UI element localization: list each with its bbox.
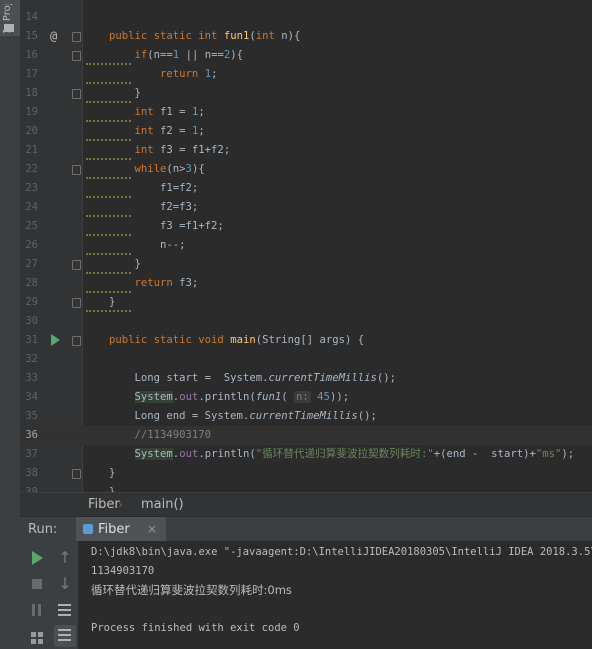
code-line[interactable]: 17 return 1; — [20, 65, 592, 84]
code-line[interactable]: 28 return f3; — [20, 274, 592, 293]
line-number: 28 — [25, 277, 38, 289]
line-number: 14 — [25, 11, 38, 23]
run-config-icon — [83, 524, 93, 534]
code-text: } — [109, 467, 116, 479]
arrow-down-icon[interactable]: ↓ — [54, 573, 76, 595]
code-editor[interactable]: 14 15 @ public static int fun1(int n){ 16 if… — [20, 0, 592, 492]
fold-icon[interactable] — [72, 165, 81, 175]
line-number: 30 — [25, 315, 38, 327]
grid-icon[interactable] — [26, 627, 48, 649]
code-line[interactable]: 37 System.out.println("循环替代递归算斐波拉契数列耗时:"… — [20, 445, 592, 464]
folder-icon — [4, 24, 14, 32]
fold-icon[interactable] — [72, 298, 81, 308]
code-line[interactable]: 34 System.out.println(fun1( n: 45)); — [20, 388, 592, 407]
line-number: 16 — [25, 49, 38, 61]
code-text: System.out.println("循环替代递归算斐波拉契数列耗时:"+(e… — [134, 448, 575, 460]
code-line[interactable]: 33 Long start = System.currentTimeMillis… — [20, 369, 592, 388]
code-line[interactable]: 14 — [20, 8, 592, 27]
at-icon[interactable]: @ — [50, 30, 57, 43]
code-text: public static void main(String[] args) { — [109, 334, 365, 346]
code-text: //1134903170 — [134, 429, 212, 441]
line-number: 19 — [25, 106, 38, 118]
play-icon[interactable] — [26, 547, 48, 569]
close-icon[interactable]: × — [147, 522, 157, 536]
fold-icon[interactable] — [72, 260, 81, 270]
run-gutter-icon[interactable] — [51, 334, 60, 346]
line-number: 37 — [25, 448, 38, 460]
console-line-timing: 循环替代递归算斐波拉契数列耗时:0ms — [91, 583, 292, 597]
code-line[interactable]: 31 public static void main(String[] args)… — [20, 331, 592, 350]
console-line-exit: Process finished with exit code 0 — [91, 622, 300, 634]
line-number: 36 — [25, 429, 38, 441]
fold-icon[interactable] — [72, 336, 81, 346]
run-toolbar: ↑ ↓ — [20, 541, 78, 649]
line-number: 33 — [25, 372, 38, 384]
line-number: 23 — [25, 182, 38, 194]
fold-icon[interactable] — [72, 89, 81, 99]
arrow-up-icon[interactable]: ↑ — [54, 547, 76, 569]
line-number: 29 — [25, 296, 38, 308]
code-line[interactable]: 21 int f3 = f1+f2; — [20, 141, 592, 160]
code-text: } — [109, 486, 116, 492]
line-number: 18 — [25, 87, 38, 99]
line-number: 20 — [25, 125, 38, 137]
fold-icon[interactable] — [72, 51, 81, 61]
line-number: 34 — [25, 391, 38, 403]
code-text: public static int fun1(int n){ — [109, 30, 301, 42]
breadcrumb-method[interactable]: main() — [141, 497, 184, 512]
code-line[interactable]: 39} — [20, 483, 592, 492]
fold-icon[interactable] — [72, 32, 81, 42]
code-line[interactable]: 15 @ public static int fun1(int n){ — [20, 27, 592, 46]
breadcrumb: Fiber › main() — [20, 492, 592, 517]
project-tool-tab[interactable]: 1: Project — [0, 0, 20, 36]
code-line[interactable]: 26 n--; — [20, 236, 592, 255]
code-line[interactable]: 18 } — [20, 84, 592, 103]
line-number: 27 — [25, 258, 38, 270]
breadcrumb-class[interactable]: Fiber — [88, 497, 120, 512]
line-number: 15 — [25, 30, 38, 42]
line-number: 17 — [25, 68, 38, 80]
code-line[interactable]: 25 f3 =f1+f2; — [20, 217, 592, 236]
line-number: 21 — [25, 144, 38, 156]
tool-window-strip: 1: Project — [0, 0, 21, 649]
code-line[interactable]: 32 — [20, 350, 592, 369]
code-line[interactable]: 27 } — [20, 255, 592, 274]
run-label: Run: — [28, 522, 58, 537]
stop-icon[interactable] — [26, 573, 48, 595]
console-line-result: 1134903170 — [91, 565, 155, 577]
code-line[interactable]: 22 while(n>3){ — [20, 160, 592, 179]
run-tab-label: Fiber — [98, 522, 130, 537]
line-number: 39 — [25, 486, 38, 492]
code-line[interactable]: 36 //1134903170 — [20, 426, 592, 445]
line-number: 25 — [25, 220, 38, 232]
code-line[interactable]: 19 int f1 = 1; — [20, 103, 592, 122]
run-tool-header: Run: Fiber × — [20, 516, 592, 542]
code-line[interactable]: 38} — [20, 464, 592, 483]
run-tab-fiber[interactable]: Fiber × — [76, 517, 166, 542]
scroll-to-end-icon[interactable] — [54, 625, 76, 647]
code-line[interactable]: 16 if(n==1 || n==2){ — [20, 46, 592, 65]
line-number: 38 — [25, 467, 38, 479]
console-line-command: D:\jdk8\bin\java.exe "-javaagent:D:\Inte… — [91, 546, 592, 558]
code-line[interactable]: 23 f1=f2; — [20, 179, 592, 198]
line-number: 24 — [25, 201, 38, 213]
line-number: 22 — [25, 163, 38, 175]
code-line[interactable]: 24 f2=f3; — [20, 198, 592, 217]
line-number: 32 — [25, 353, 38, 365]
console-output[interactable]: D:\jdk8\bin\java.exe "-javaagent:D:\Inte… — [78, 541, 592, 649]
code-text: Long end = System.currentTimeMillis(); — [109, 410, 377, 422]
line-number: 31 — [25, 334, 38, 346]
code-line[interactable]: 29} — [20, 293, 592, 312]
soft-wrap-icon[interactable] — [54, 599, 76, 621]
code-text: System.out.println(fun1( n: 45)); — [134, 391, 350, 403]
breadcrumb-separator-icon: › — [117, 498, 124, 511]
fold-icon[interactable] — [72, 469, 81, 479]
pause-icon[interactable] — [26, 599, 48, 621]
code-line[interactable]: 20 int f2 = 1; — [20, 122, 592, 141]
code-line[interactable]: 30 — [20, 312, 592, 331]
line-number: 26 — [25, 239, 38, 251]
line-number: 35 — [25, 410, 38, 422]
code-text: Long start = System.currentTimeMillis(); — [109, 372, 397, 384]
code-line[interactable]: 35 Long end = System.currentTimeMillis()… — [20, 407, 592, 426]
